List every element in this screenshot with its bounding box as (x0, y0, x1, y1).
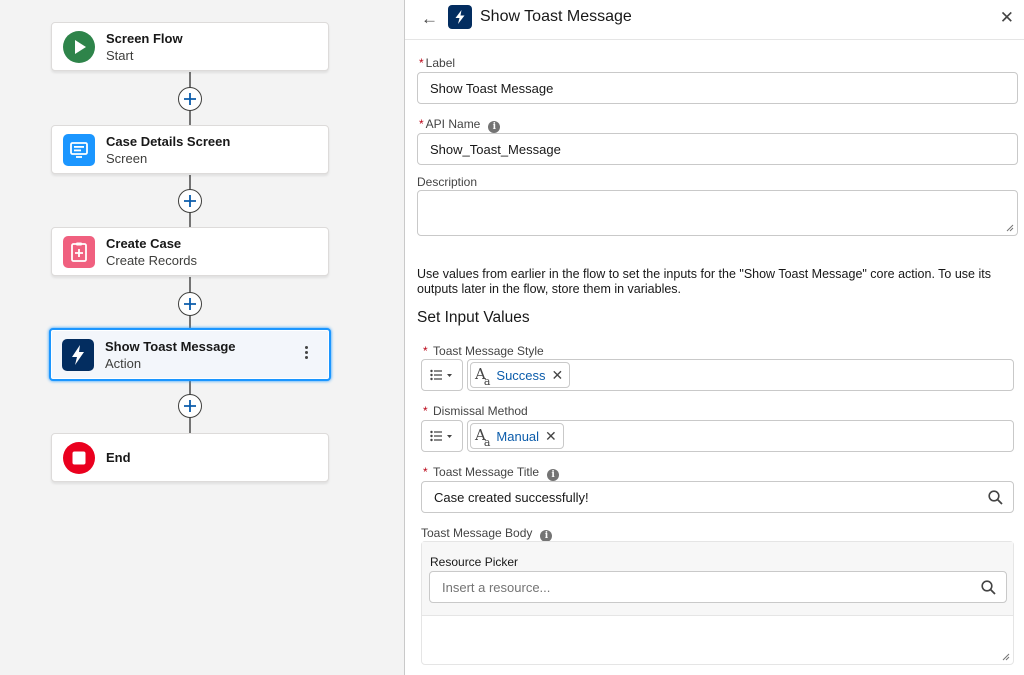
add-element-button[interactable] (178, 87, 202, 111)
close-icon[interactable]: ✕ (1000, 8, 1014, 28)
node-subtitle: Create Records (106, 252, 198, 268)
info-icon[interactable]: i (547, 469, 560, 481)
node-menu-button[interactable] (305, 346, 309, 361)
label-field-label: * Label (419, 56, 456, 70)
toast-body-label: Toast Message Body i (421, 526, 553, 542)
stop-icon (63, 441, 95, 474)
plus-icon (184, 400, 196, 412)
resource-picker-input[interactable]: Insert a resource... (429, 571, 1007, 603)
flow-node-end[interactable]: End (51, 433, 329, 482)
back-arrow-icon[interactable]: ← (421, 9, 438, 29)
panel-header: ← Show Toast Message ✕ (405, 0, 1024, 40)
add-element-button[interactable] (178, 189, 202, 213)
resource-picker-label: Resource Picker (430, 555, 519, 569)
node-subtitle: Start (106, 47, 134, 63)
plus-icon (184, 195, 196, 207)
flow-node-create-records[interactable]: Create Case Create Records (51, 227, 329, 276)
toast-style-label: * Toast Message Style (423, 344, 544, 358)
toast-body-editor: Resource Picker Insert a resource... (421, 541, 1014, 665)
node-title: Show Toast Message (105, 338, 236, 354)
api-name-input[interactable]: Show_Toast_Message (417, 133, 1018, 165)
node-title: End (106, 450, 131, 465)
resource-type-picker[interactable] (421, 420, 463, 452)
list-icon (430, 430, 452, 442)
help-text: Use values from earlier in the flow to s… (417, 267, 991, 296)
search-icon[interactable] (981, 580, 996, 595)
resize-handle-icon[interactable] (1006, 224, 1014, 232)
create-record-icon (63, 235, 95, 268)
value-pill: Aa Manual ✕ (470, 423, 564, 449)
text-type-icon: Aa (475, 364, 490, 388)
value-pill: Aa Success ✕ (470, 362, 571, 388)
lightning-icon (448, 5, 472, 29)
flow-node-action[interactable]: Show Toast Message Action (49, 328, 331, 381)
api-name-label: * API Name i (419, 117, 501, 133)
dismissal-combobox[interactable]: Aa Manual ✕ (467, 420, 1014, 452)
remove-pill-icon[interactable]: ✕ (552, 367, 564, 384)
description-label: Description (417, 175, 478, 189)
flow-canvas[interactable]: Screen Flow Start Case Details Screen Sc… (0, 0, 404, 675)
flow-node-start[interactable]: Screen Flow Start (51, 22, 329, 71)
add-element-button[interactable] (178, 292, 202, 316)
flow-node-screen[interactable]: Case Details Screen Screen (51, 125, 329, 174)
description-textarea[interactable] (417, 190, 1018, 236)
search-icon[interactable] (988, 490, 1003, 505)
node-subtitle: Screen (106, 150, 148, 166)
resource-picker-area: Resource Picker Insert a resource... (422, 542, 1013, 616)
pill-label: Success (496, 367, 546, 383)
resource-type-picker[interactable] (421, 359, 463, 391)
toast-title-label: * Toast Message Title i (423, 465, 560, 481)
section-title: Set Input Values (417, 309, 530, 326)
dismissal-label: * Dismissal Method (423, 404, 528, 418)
lightning-icon (62, 338, 94, 371)
toast-body-textarea[interactable] (422, 616, 1013, 664)
node-title: Create Case (106, 235, 182, 251)
pill-label: Manual (496, 428, 540, 444)
info-icon[interactable]: i (488, 121, 501, 133)
add-element-button[interactable] (178, 394, 202, 418)
screen-icon (63, 133, 95, 166)
plus-icon (184, 298, 196, 310)
text-type-icon: Aa (475, 425, 490, 449)
node-title: Screen Flow (106, 30, 183, 46)
properties-panel: ← Show Toast Message ✕ * Label Show Toast… (404, 0, 1024, 675)
toast-style-combobox[interactable]: Aa Success ✕ (467, 359, 1014, 391)
resize-handle-icon[interactable] (1002, 653, 1010, 661)
remove-pill-icon[interactable]: ✕ (545, 428, 557, 445)
node-subtitle: Action (105, 355, 142, 371)
list-icon (430, 369, 452, 381)
panel-title: Show Toast Message (480, 8, 632, 25)
toast-title-input[interactable]: Case created successfully! (421, 481, 1014, 513)
play-icon (63, 30, 95, 63)
node-title: Case Details Screen (106, 133, 231, 149)
plus-icon (184, 93, 196, 105)
label-input[interactable]: Show Toast Message (417, 72, 1018, 104)
